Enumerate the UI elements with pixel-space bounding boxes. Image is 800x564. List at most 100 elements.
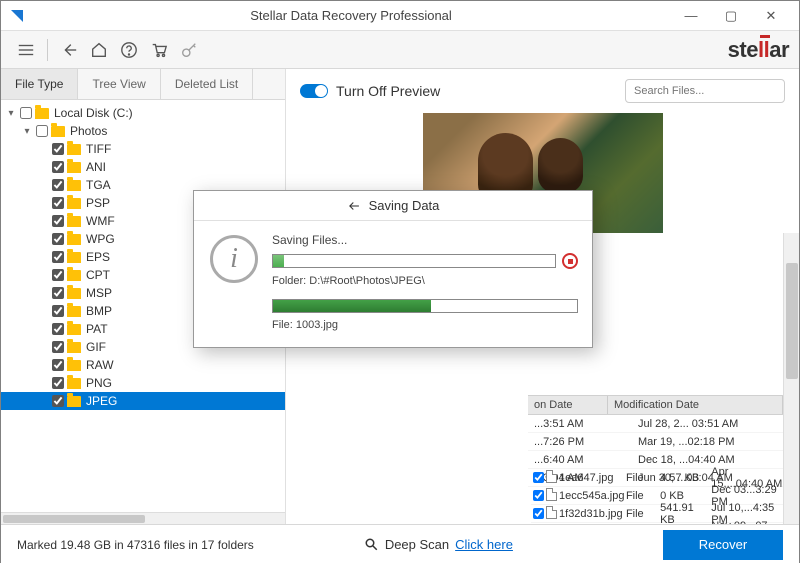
- dialog-folder-path: Folder: D:\#Root\Photos\JPEG\: [272, 275, 578, 287]
- saving-files-label: Saving Files...: [272, 233, 578, 247]
- tab-tree-view[interactable]: Tree View: [78, 69, 160, 99]
- recover-button[interactable]: Recover: [663, 530, 783, 560]
- tree-label: EPS: [86, 250, 110, 264]
- progress-bar-file: [272, 254, 556, 268]
- tree-label: BMP: [86, 304, 112, 318]
- tree-checkbox[interactable]: [36, 125, 48, 137]
- help-icon[interactable]: [114, 37, 144, 63]
- tree-label: PSP: [86, 196, 110, 210]
- folder-icon: [67, 288, 81, 299]
- folder-icon: [67, 216, 81, 227]
- back-arrow-icon: [347, 199, 361, 213]
- expand-toggle-icon[interactable]: ▾: [21, 126, 33, 137]
- tab-file-type[interactable]: File Type: [1, 69, 78, 99]
- cell-filename: 1f32d31b.jpg: [557, 508, 626, 520]
- cell-filename: 1ea647.jpg: [557, 472, 626, 484]
- col-creation-date-partial[interactable]: on Date: [528, 396, 608, 414]
- tree-label: Photos: [70, 124, 107, 138]
- search-box[interactable]: [625, 79, 785, 103]
- file-list-scrollbar[interactable]: [783, 233, 799, 524]
- col-modification-date[interactable]: Modification Date: [608, 396, 783, 414]
- deep-scan-label: Deep Scan: [385, 537, 449, 552]
- tree-checkbox[interactable]: [52, 233, 64, 245]
- tree-checkbox[interactable]: [52, 215, 64, 227]
- cell-size: 541.91 KB: [660, 502, 711, 525]
- tab-deleted-list[interactable]: Deleted List: [161, 69, 253, 99]
- tree-node[interactable]: RAW: [1, 356, 285, 374]
- cell-modification-date: Jul 28, 2... 03:51 AM: [638, 418, 783, 430]
- window-title: Stellar Data Recovery Professional: [31, 8, 671, 23]
- home-icon[interactable]: [84, 37, 114, 63]
- cell-modification-date: Mar 19, ...02:18 PM: [638, 436, 783, 448]
- info-icon: i: [208, 233, 260, 285]
- tree-checkbox[interactable]: [52, 287, 64, 299]
- folder-icon: [67, 198, 81, 209]
- file-icon: [546, 524, 557, 525]
- tree-checkbox[interactable]: [52, 161, 64, 173]
- stop-button[interactable]: [562, 253, 578, 269]
- deep-scan-link[interactable]: Click here: [455, 537, 513, 552]
- tree-label: TIFF: [86, 142, 111, 156]
- folder-icon: [67, 270, 81, 281]
- maximize-button[interactable]: ▢: [711, 1, 751, 31]
- status-text: Marked 19.48 GB in 47316 files in 17 fol…: [17, 538, 254, 552]
- table-row[interactable]: 1f571674.jpgFile6.00 KBNov 09...07 PMNov…: [531, 523, 783, 524]
- search-input[interactable]: [634, 85, 776, 97]
- tree-label: WMF: [86, 214, 115, 228]
- app-icon: [9, 8, 25, 24]
- tree-label: CPT: [86, 268, 110, 282]
- minimize-button[interactable]: —: [671, 1, 711, 31]
- expand-toggle-icon[interactable]: ▾: [5, 108, 17, 119]
- tree-label: TGA: [86, 178, 111, 192]
- tree-checkbox[interactable]: [52, 197, 64, 209]
- tree-label: Local Disk (C:): [54, 106, 133, 120]
- cell-size: 0 KB: [660, 490, 711, 502]
- cell-type: File: [626, 490, 660, 502]
- folder-icon: [67, 324, 81, 335]
- tree-node[interactable]: ▾ Local Disk (C:): [1, 104, 285, 122]
- folder-icon: [67, 162, 81, 173]
- row-checkbox[interactable]: [533, 490, 544, 501]
- close-button[interactable]: ✕: [751, 1, 791, 31]
- toolbar: stellar: [1, 31, 799, 69]
- tree-checkbox[interactable]: [52, 305, 64, 317]
- dialog-title: Saving Data: [194, 191, 592, 221]
- tree-checkbox[interactable]: [52, 377, 64, 389]
- row-checkbox[interactable]: [533, 472, 544, 483]
- cell-size: 4.57 KB: [660, 472, 711, 484]
- table-row[interactable]: ...3:51 AMJul 28, 2... 03:51 AM: [528, 415, 783, 433]
- tree-checkbox[interactable]: [52, 251, 64, 263]
- key-icon[interactable]: [174, 37, 204, 63]
- cell-type: File: [626, 508, 660, 520]
- tree-checkbox[interactable]: [52, 359, 64, 371]
- tree-label: MSP: [86, 286, 112, 300]
- tree-checkbox[interactable]: [20, 107, 32, 119]
- tree-checkbox[interactable]: [52, 269, 64, 281]
- tree-node[interactable]: TIFF: [1, 140, 285, 158]
- folder-icon: [67, 306, 81, 317]
- tree-label: RAW: [86, 358, 114, 372]
- titlebar: Stellar Data Recovery Professional — ▢ ✕: [1, 1, 799, 31]
- tree-checkbox[interactable]: [52, 395, 64, 407]
- tree-label: PAT: [86, 322, 108, 336]
- saving-dialog: Saving Data i Saving Files... Folder: D:…: [193, 190, 593, 348]
- folder-icon: [67, 342, 81, 353]
- cart-icon[interactable]: [144, 37, 174, 63]
- dialog-current-file: File: 1003.jpg: [272, 319, 578, 331]
- tree-horizontal-scrollbar[interactable]: [1, 512, 285, 524]
- tree-node[interactable]: ANI: [1, 158, 285, 176]
- tree-checkbox[interactable]: [52, 179, 64, 191]
- tree-checkbox[interactable]: [52, 323, 64, 335]
- tree-checkbox[interactable]: [52, 341, 64, 353]
- preview-toggle-label: Turn Off Preview: [336, 83, 440, 99]
- tree-node[interactable]: JPEG: [1, 392, 285, 410]
- preview-toggle[interactable]: [300, 84, 328, 98]
- menu-icon[interactable]: [11, 37, 41, 63]
- row-checkbox[interactable]: [533, 508, 544, 519]
- tree-node[interactable]: ▾ Photos: [1, 122, 285, 140]
- tree-label: JPEG: [86, 394, 117, 408]
- tree-node[interactable]: PNG: [1, 374, 285, 392]
- table-row[interactable]: ...7:26 PMMar 19, ...02:18 PM: [528, 433, 783, 451]
- tree-checkbox[interactable]: [52, 143, 64, 155]
- back-icon[interactable]: [54, 37, 84, 63]
